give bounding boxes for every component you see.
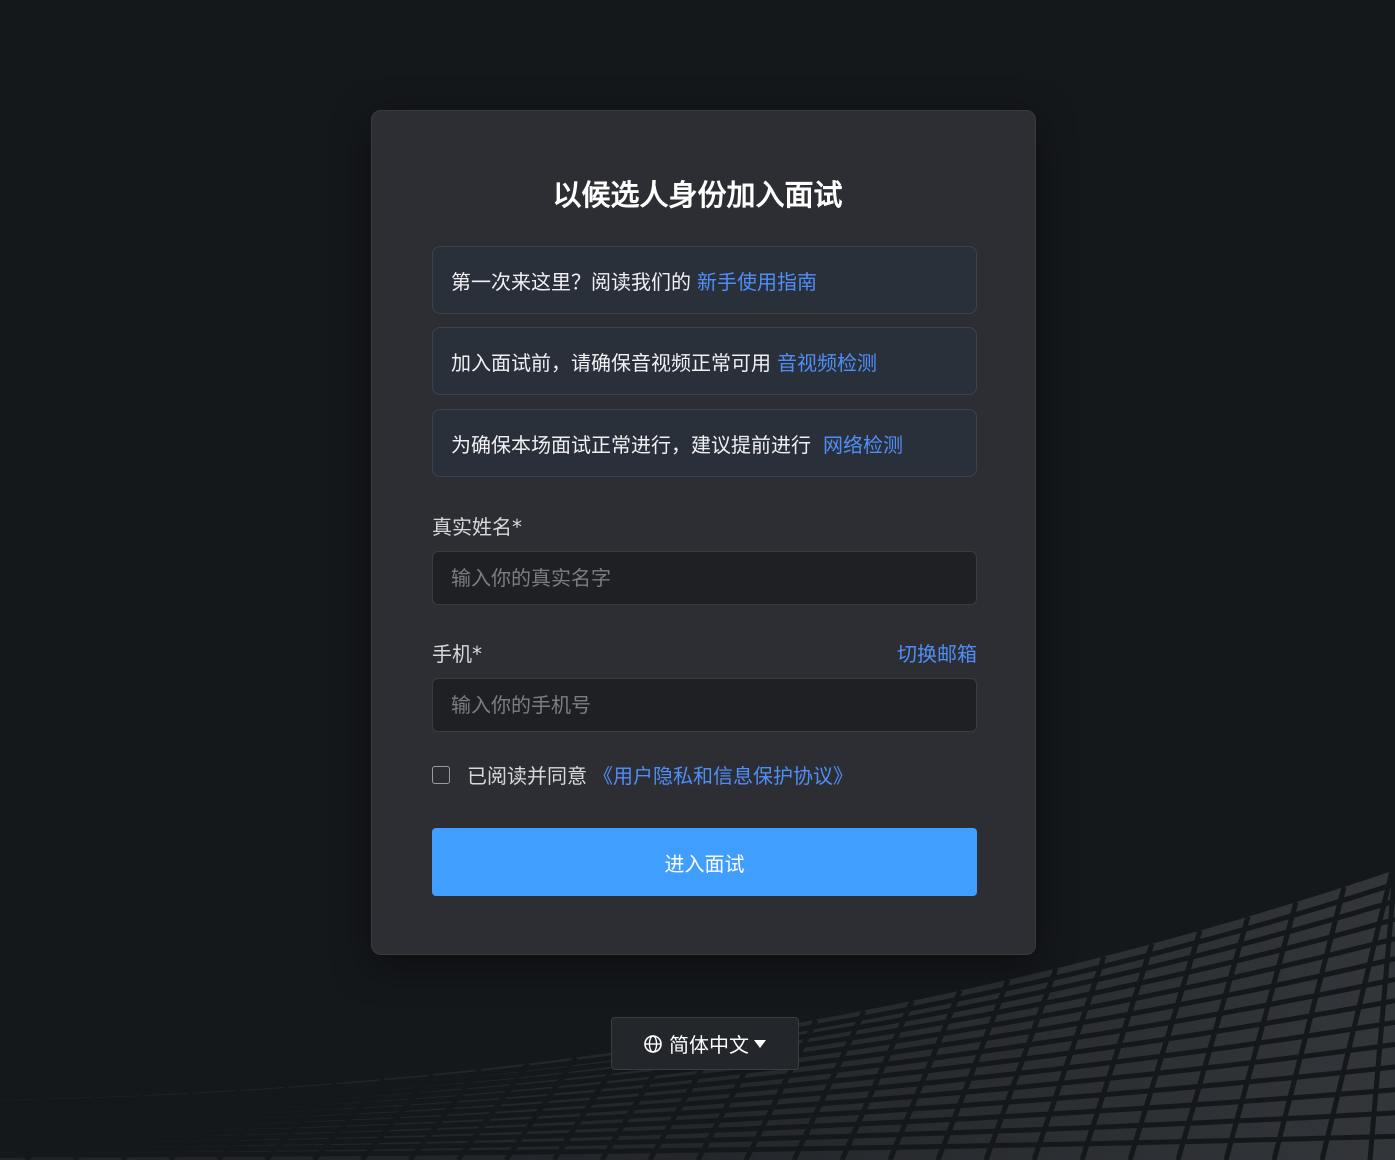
name-label: 真实姓名* (432, 515, 522, 539)
language-label: 简体中文 (669, 1033, 749, 1057)
join-interview-button[interactable]: 进入面试 (432, 828, 977, 896)
phone-label: 手机* (432, 642, 482, 666)
notice-av-check: 加入面试前，请确保音视频正常可用 音视频检测 (432, 327, 977, 395)
notice-network-check: 为确保本场面试正常进行，建议提前进行 网络检测 (432, 409, 977, 477)
agree-checkbox[interactable] (432, 765, 450, 784)
agree-text: 已阅读并同意 (467, 764, 587, 788)
network-check-link[interactable]: 网络检测 (823, 429, 903, 458)
notice-av-text: 加入面试前，请确保音视频正常可用 (451, 350, 771, 375)
language-selector[interactable]: 简体中文 (611, 1017, 799, 1070)
agreement-row: 已阅读并同意 《用户隐私和信息保护协议》 (432, 760, 853, 789)
notice-network-text: 为确保本场面试正常进行，建议提前进行 (451, 432, 811, 457)
globe-icon (644, 1034, 662, 1053)
name-input[interactable] (432, 551, 977, 605)
phone-input[interactable] (432, 678, 977, 732)
privacy-agreement-link[interactable]: 《用户隐私和信息保护协议》 (593, 760, 853, 789)
notice-guide-text: 第一次来这里？阅读我们的 (451, 269, 691, 294)
page-title: 以候选人身份加入面试 (552, 178, 843, 212)
switch-email-link[interactable]: 切换邮箱 (897, 638, 977, 667)
caret-down-icon (754, 1039, 766, 1048)
notice-guide: 第一次来这里？阅读我们的 新手使用指南 (432, 246, 977, 314)
guide-link[interactable]: 新手使用指南 (697, 266, 817, 295)
av-check-link[interactable]: 音视频检测 (777, 347, 877, 376)
